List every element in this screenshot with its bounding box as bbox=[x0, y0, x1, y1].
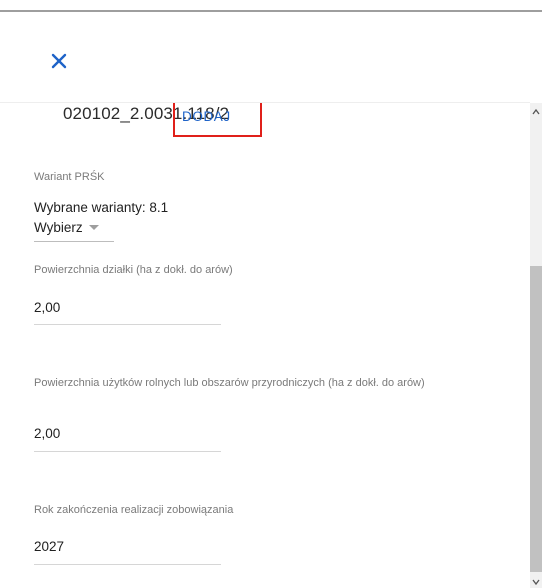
variant-label: Wariant PRŚK bbox=[34, 171, 105, 183]
end-year-input[interactable]: 2027 bbox=[34, 539, 64, 554]
close-icon bbox=[51, 53, 67, 69]
variant-select[interactable]: Wybierz bbox=[34, 220, 99, 235]
variant-select-label: Wybierz bbox=[34, 220, 83, 235]
scrollbar-thumb[interactable] bbox=[530, 266, 542, 572]
top-divider bbox=[0, 10, 542, 12]
end-year-underline bbox=[34, 564, 221, 565]
add-button[interactable]: DODAJ bbox=[173, 103, 262, 137]
plot-area-underline bbox=[34, 324, 221, 325]
plot-area-input[interactable]: 2,00 bbox=[34, 300, 60, 315]
scroll-down-arrow-icon[interactable] bbox=[532, 578, 540, 586]
scroll-up-arrow-icon[interactable] bbox=[532, 108, 540, 116]
agri-area-underline bbox=[34, 451, 221, 452]
dropdown-caret-icon bbox=[88, 225, 99, 230]
selected-variants: Wybrane warianty: 8.1 bbox=[34, 200, 169, 215]
agri-area-label: Powierzchnia użytków rolnych lub obszaró… bbox=[34, 377, 425, 389]
close-button[interactable] bbox=[48, 50, 70, 72]
end-year-label: Rok zakończenia realizacji zobowiązania bbox=[34, 504, 234, 516]
form-content: 020102_2.0031.118/2 DODAJ Wariant PRŚK W… bbox=[0, 103, 530, 588]
plot-area-label: Powierzchnia działki (ha z dokł. do arów… bbox=[34, 264, 233, 276]
add-button-label: DODAJ bbox=[182, 109, 231, 124]
variant-select-underline bbox=[34, 241, 114, 242]
agri-area-input[interactable]: 2,00 bbox=[34, 426, 60, 441]
